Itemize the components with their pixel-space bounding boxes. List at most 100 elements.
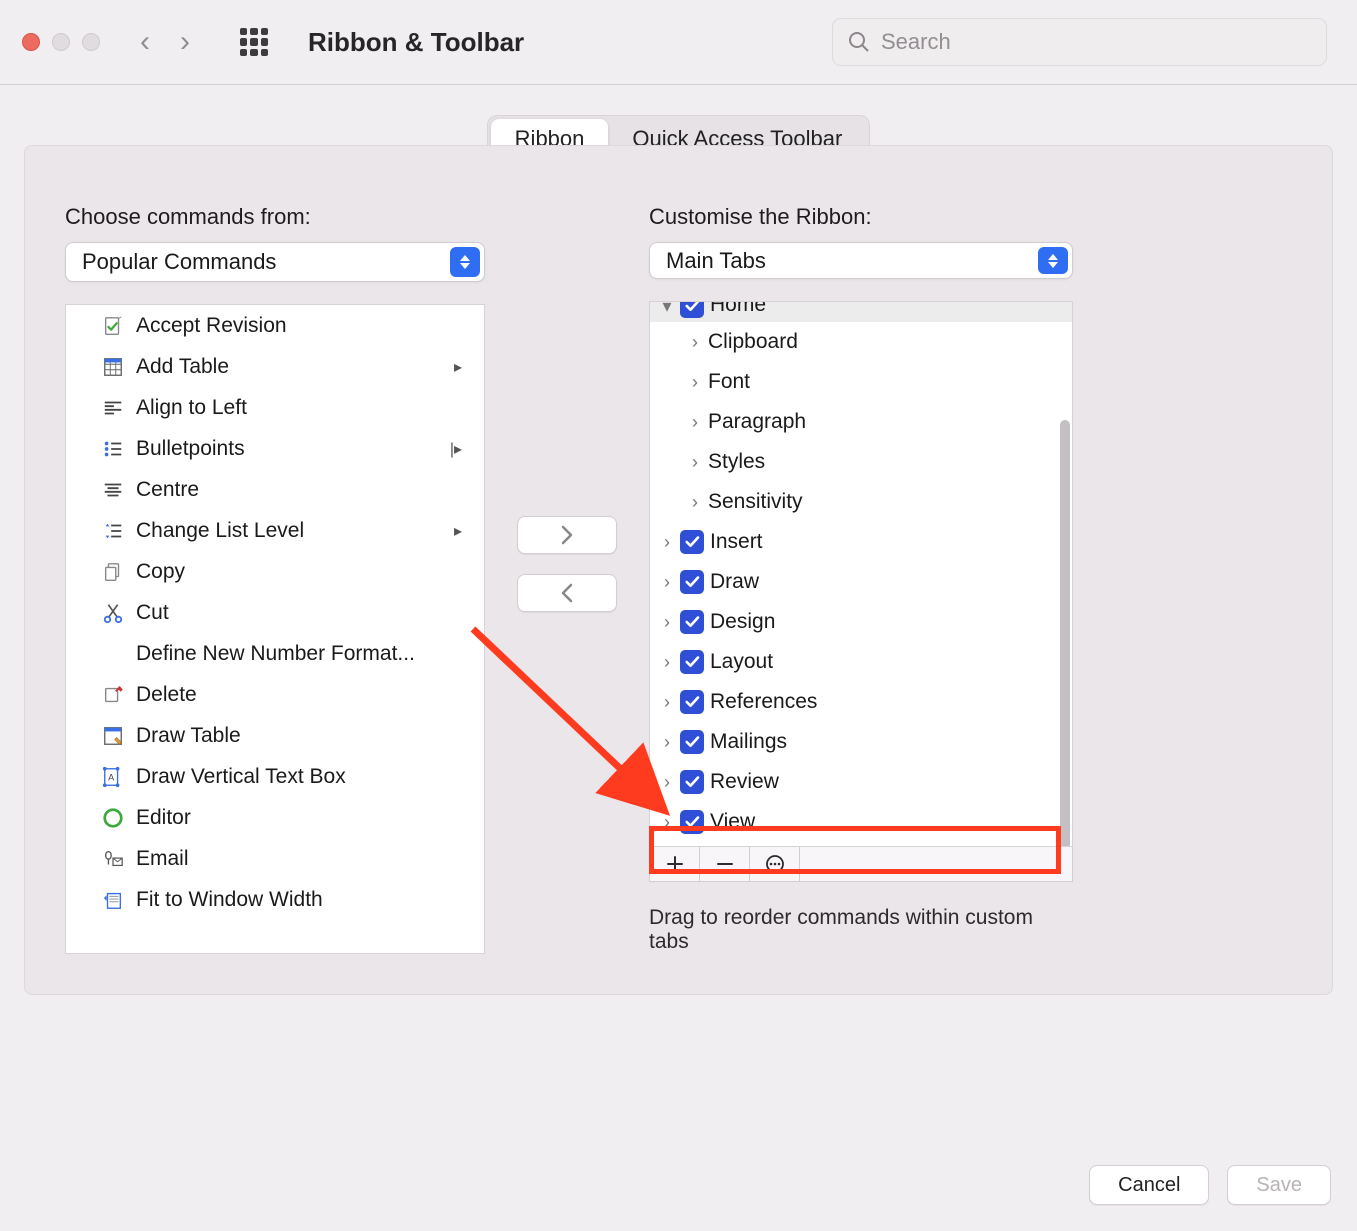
ribbon-scope-select[interactable]: Main Tabs xyxy=(649,242,1073,279)
checkbox-icon[interactable] xyxy=(680,610,704,634)
tree-label: Layout xyxy=(710,650,773,674)
tree-group[interactable]: ›Font xyxy=(650,362,1072,402)
search-icon xyxy=(847,30,871,54)
delete-icon xyxy=(100,682,126,708)
checkbox-icon[interactable] xyxy=(680,570,704,594)
iconbar-spacer xyxy=(800,847,1072,881)
svg-text:A: A xyxy=(108,772,115,782)
chevron-right-icon[interactable]: › xyxy=(658,812,676,833)
command-item[interactable]: A Draw Vertical Text Box xyxy=(66,756,484,797)
close-window-dot[interactable] xyxy=(22,33,40,51)
command-label: Draw Vertical Text Box xyxy=(136,765,346,789)
command-item[interactable]: Accept Revision xyxy=(66,305,484,346)
align-left-icon xyxy=(100,395,126,421)
chevron-right-icon[interactable]: › xyxy=(658,532,676,553)
add-tab-button[interactable] xyxy=(650,847,700,881)
tree-group[interactable]: ›Sensitivity xyxy=(650,482,1072,522)
command-item[interactable]: Copy xyxy=(66,551,484,592)
command-label: Align to Left xyxy=(136,396,247,420)
tree-label: Font xyxy=(708,370,750,394)
chevron-right-icon xyxy=(560,525,574,545)
tree-tab-home[interactable]: ▾ Home xyxy=(650,301,1072,322)
checkbox-icon[interactable] xyxy=(680,690,704,714)
tree-label: Paragraph xyxy=(708,410,806,434)
commands-source-select[interactable]: Popular Commands xyxy=(65,242,485,282)
tree-group[interactable]: ›Clipboard xyxy=(650,322,1072,362)
command-item[interactable]: Cut xyxy=(66,592,484,633)
commands-listbox[interactable]: Accept Revision Add Table▸ Align to Left Bu… xyxy=(65,304,485,954)
chevron-right-icon[interactable]: › xyxy=(658,652,676,673)
tree-tab-mailings[interactable]: ›Mailings xyxy=(650,722,1072,762)
ribbon-tree[interactable]: ▾Home›Clipboard›Font›Paragraph›Styles›Se… xyxy=(649,301,1073,847)
zoom-window-dot[interactable] xyxy=(82,33,100,51)
forward-button[interactable]: › xyxy=(180,27,190,57)
chevron-right-icon[interactable]: › xyxy=(658,572,676,593)
tree-tab-design[interactable]: › Design xyxy=(650,602,1072,642)
tree-label: Styles xyxy=(708,450,765,474)
ribbon-scope-value: Main Tabs xyxy=(666,248,766,274)
tree-tab-insert[interactable]: › Insert xyxy=(650,522,1072,562)
command-item[interactable]: Centre xyxy=(66,469,484,510)
chevron-right-icon[interactable]: › xyxy=(686,372,704,393)
tree-tab-developer[interactable]: ›Developer xyxy=(650,842,1072,847)
tree-tab-layout[interactable]: › Layout xyxy=(650,642,1072,682)
command-label: Delete xyxy=(136,683,197,707)
draw-table-icon xyxy=(100,723,126,749)
chevron-right-icon[interactable]: › xyxy=(686,452,704,473)
chevron-down-icon[interactable]: ▾ xyxy=(658,301,676,317)
command-item[interactable]: Bulletpoints|▸ xyxy=(66,428,484,469)
checkbox-icon[interactable] xyxy=(680,770,704,794)
command-item[interactable]: Add Table▸ xyxy=(66,346,484,387)
command-item[interactable]: Define New Number Format... xyxy=(66,633,484,674)
command-item[interactable]: Editor xyxy=(66,797,484,838)
tree-label: References xyxy=(710,690,817,714)
tree-label: Design xyxy=(710,610,775,634)
checkbox-icon[interactable] xyxy=(680,530,704,554)
command-item[interactable]: Align to Left xyxy=(66,387,484,428)
chevron-right-icon[interactable]: › xyxy=(658,772,676,793)
command-item[interactable]: Delete xyxy=(66,674,484,715)
command-item[interactable]: Fit to Window Width xyxy=(66,879,484,920)
chevron-right-icon[interactable]: › xyxy=(686,332,704,353)
chevron-right-icon[interactable]: › xyxy=(658,692,676,713)
back-button[interactable]: ‹ xyxy=(140,27,150,57)
ellipsis-circle-icon xyxy=(765,854,785,874)
add-command-button[interactable] xyxy=(517,516,617,554)
cut-icon xyxy=(100,600,126,626)
tree-group[interactable]: ›Styles xyxy=(650,442,1072,482)
remove-command-button[interactable] xyxy=(517,574,617,612)
chevron-right-icon[interactable]: › xyxy=(658,732,676,753)
checkbox-icon[interactable] xyxy=(680,650,704,674)
apps-grid-icon[interactable] xyxy=(240,28,268,56)
minimize-window-dot[interactable] xyxy=(52,33,70,51)
tree-tab-review[interactable]: ›Review xyxy=(650,762,1072,802)
tree-label: Home xyxy=(710,301,766,317)
chevron-right-icon[interactable]: › xyxy=(686,492,704,513)
bullets-icon xyxy=(100,436,126,462)
command-label: Define New Number Format... xyxy=(136,642,415,666)
chevron-right-icon[interactable]: › xyxy=(658,612,676,633)
tree-group[interactable]: ›Paragraph xyxy=(650,402,1072,442)
blank-icon xyxy=(100,641,126,667)
cancel-button[interactable]: Cancel xyxy=(1089,1165,1209,1205)
command-item[interactable]: Email xyxy=(66,838,484,879)
command-item[interactable]: Draw Table xyxy=(66,715,484,756)
checkbox-icon[interactable] xyxy=(680,730,704,754)
scrollbar[interactable] xyxy=(1060,420,1070,847)
tree-tab-references[interactable]: › References xyxy=(650,682,1072,722)
search-input[interactable] xyxy=(881,29,1312,55)
tree-tab-view[interactable]: ›View xyxy=(650,802,1072,842)
options-button[interactable] xyxy=(750,847,800,881)
checkbox-icon[interactable] xyxy=(680,301,704,318)
save-button[interactable]: Save xyxy=(1227,1165,1331,1205)
chevron-right-icon[interactable]: › xyxy=(686,412,704,433)
search-field[interactable] xyxy=(832,18,1327,66)
tree-label: Insert xyxy=(710,530,763,554)
email-icon xyxy=(100,846,126,872)
command-item[interactable]: Change List Level▸ xyxy=(66,510,484,551)
editor-icon xyxy=(100,805,126,831)
checkbox-icon[interactable] xyxy=(680,810,704,834)
remove-tab-button[interactable] xyxy=(700,847,750,881)
tree-tab-draw[interactable]: ›Draw xyxy=(650,562,1072,602)
command-label: Accept Revision xyxy=(136,314,287,338)
